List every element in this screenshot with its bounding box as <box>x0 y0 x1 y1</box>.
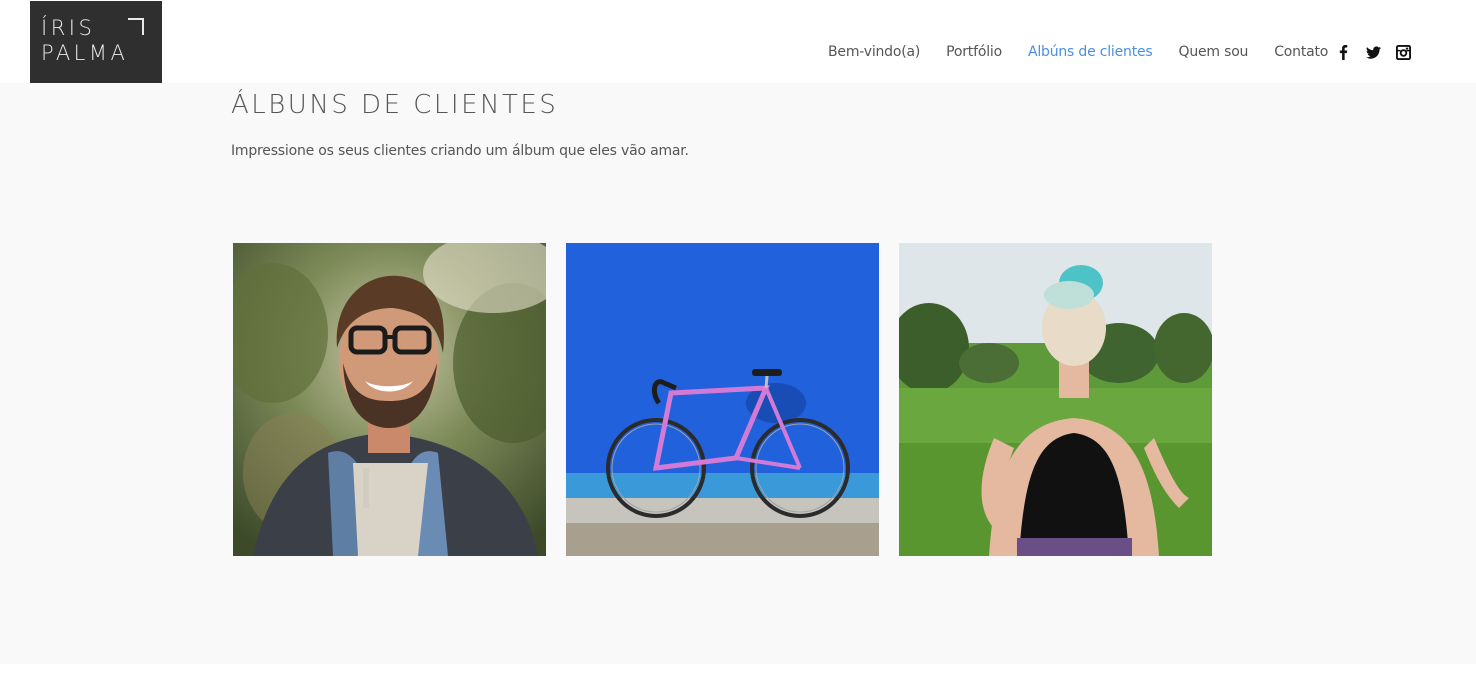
logo-corner-mark <box>128 18 144 35</box>
logo-line-1: ÍRIS <box>41 16 96 40</box>
twitter-icon[interactable] <box>1366 44 1381 60</box>
nav-item-portfolio[interactable]: Portfólio <box>946 44 1002 60</box>
page-subtitle: Impressione os seus clientes criando um … <box>231 143 689 159</box>
instagram-icon[interactable] <box>1396 44 1411 60</box>
facebook-icon[interactable] <box>1336 44 1351 60</box>
main-content: ÁLBUNS DE CLIENTES Impressione os seus c… <box>0 83 1476 664</box>
album-thumbnail-woman[interactable] <box>899 243 1212 556</box>
smiling-man-photo <box>233 243 546 556</box>
site-footer <box>0 664 1476 681</box>
album-thumbnail-bicycle[interactable] <box>566 243 879 556</box>
site-logo[interactable]: ÍRIS PALMA <box>30 1 162 83</box>
nav-item-albuns-de-clientes[interactable]: Albúns de clientes <box>1028 44 1153 60</box>
bicycle-photo <box>566 243 879 556</box>
woman-field-photo <box>899 243 1212 556</box>
site-header: ÍRIS PALMA Bem-vindo(a) Portfólio Albúns… <box>0 0 1476 83</box>
album-thumbnail-man[interactable] <box>233 243 546 556</box>
nav-item-contato[interactable]: Contato <box>1274 44 1328 60</box>
social-links <box>1336 42 1426 62</box>
logo-line-2: PALMA <box>41 41 129 65</box>
nav-item-bem-vindo[interactable]: Bem-vindo(a) <box>828 44 920 60</box>
page-title: ÁLBUNS DE CLIENTES <box>231 90 559 120</box>
main-nav: Bem-vindo(a) Portfólio Albúns de cliente… <box>828 42 1354 62</box>
nav-item-quem-sou[interactable]: Quem sou <box>1179 44 1249 60</box>
